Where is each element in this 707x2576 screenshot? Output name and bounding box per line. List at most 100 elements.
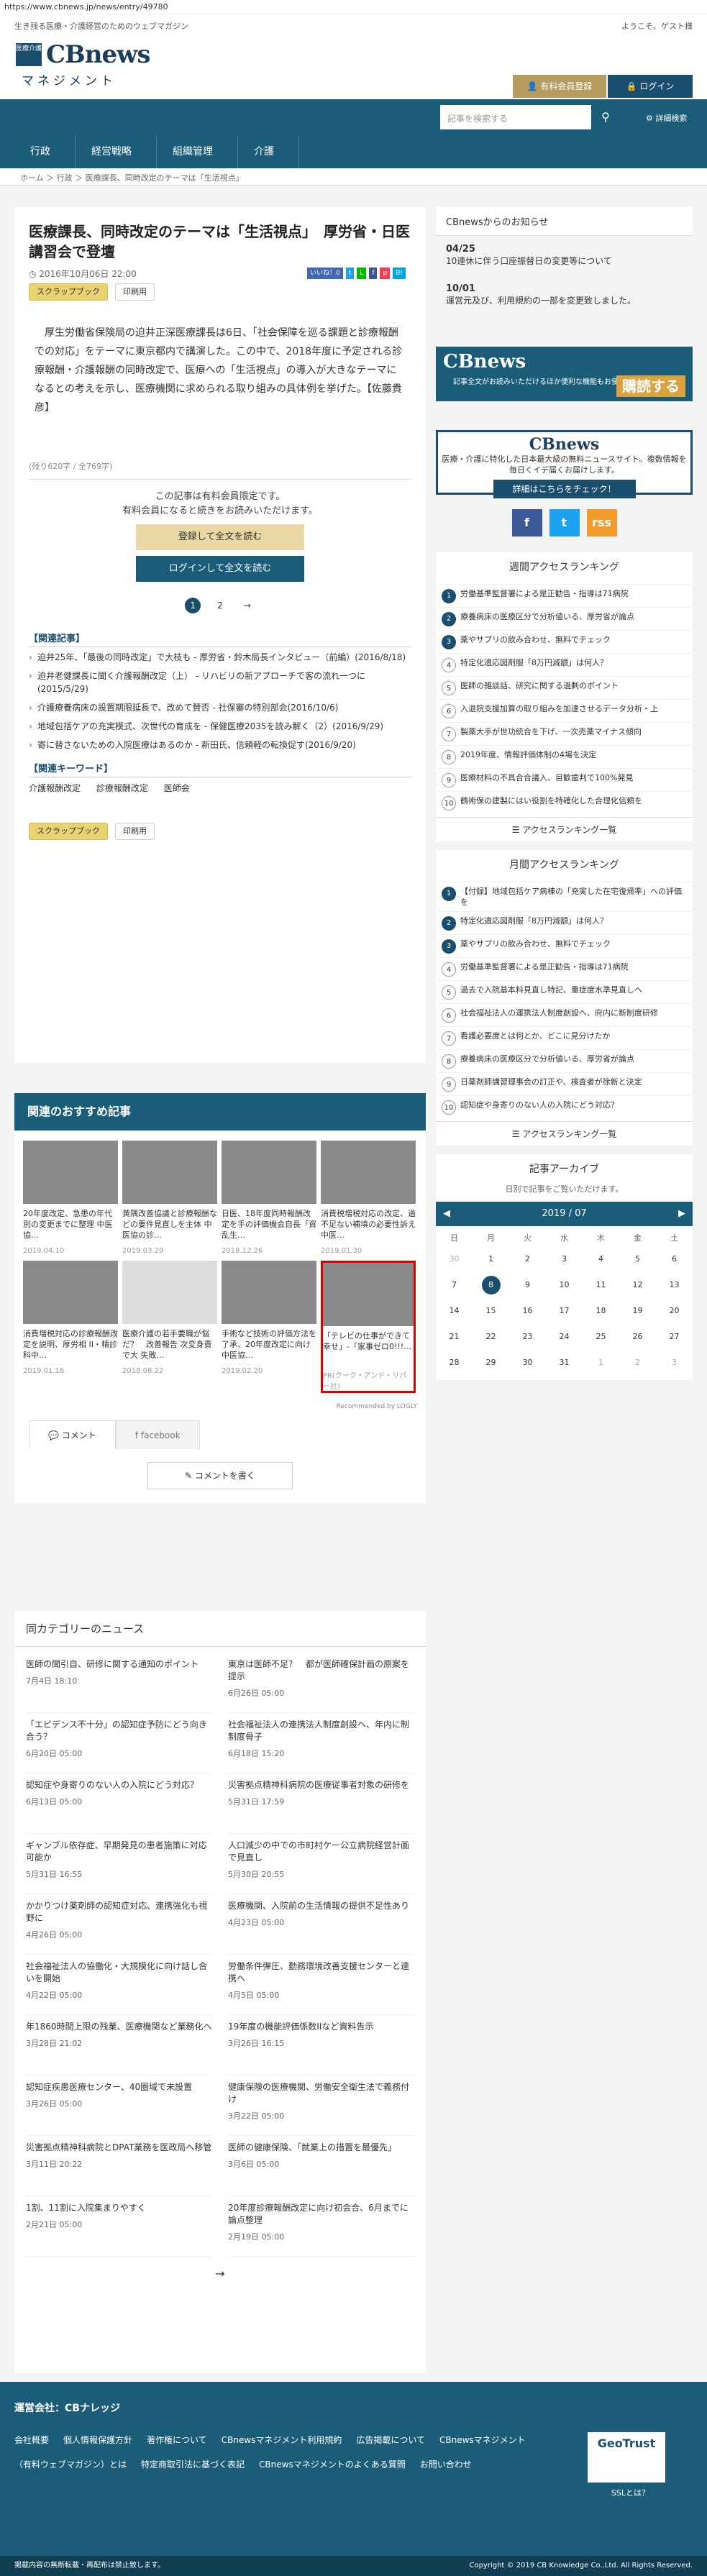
line-icon[interactable]: L (357, 268, 367, 279)
prev-month-icon[interactable]: ◀ (443, 1202, 450, 1226)
samecat-item[interactable]: ギャンブル依存症、早期発見の患者施策に対応可能か 5月31日 16:55 (26, 1834, 212, 1894)
keyword-link[interactable]: 医師会 (164, 783, 190, 793)
calendar-day[interactable]: 29 (473, 1350, 509, 1376)
twitter-icon[interactable]: t (549, 509, 580, 536)
rank-item[interactable]: 5 過去で入院基本料見直し特記、重症度水準見直しへ (436, 980, 693, 1003)
footer-link[interactable]: CBnewsマネジメントのよくある質問 (259, 2459, 406, 2470)
related-link[interactable]: 寄に替さないための入院医療はあるのか - 新田氏、信頼軽の転換促す(2016/9… (29, 735, 411, 754)
rank-item[interactable]: 7 製薬大手が世功統合を下げ、一次売薬マイナス傾向 (436, 722, 693, 745)
calendar-day[interactable]: 23 (509, 1324, 546, 1350)
calendar-day[interactable]: 16 (509, 1298, 546, 1324)
samecat-item[interactable]: 社会福祉法人の連携法人制度創設へ、年内に制制度骨子 6月18日 15:20 (228, 1713, 414, 1773)
calendar-day[interactable]: 26 (619, 1324, 656, 1350)
samecat-item[interactable]: 社会福祉法人の協働化・大規模化に向け話し合いを開始 4月22日 05:00 (26, 1955, 212, 2015)
page-2[interactable]: 2 (212, 598, 228, 613)
rank-item[interactable]: 10 認知症や身寄りのない人の入院にどう対応？ (436, 1095, 693, 1118)
rank-item[interactable]: 9 医療材料の不具合合議入、目歓歯判で100%発見 (436, 768, 693, 791)
samecat-item[interactable]: 健康保険の医療機関、労働安全衛生法で義務付け 3月22日 05:00 (228, 2075, 414, 2136)
samecat-item[interactable]: 労働条件弾圧、勤務環境改善支援センターと連携へ 4月5日 05:00 (228, 1955, 414, 2015)
rank-item[interactable]: 5 医師の雑談話、研究に関する過剰のポイント (436, 676, 693, 699)
facebook-icon[interactable]: f (511, 509, 542, 536)
samecat-item[interactable]: 20年度診療報酬改定に向け初会合、6月までに論点整理 2月19日 05:00 (228, 2196, 414, 2257)
footer-link[interactable]: 会社概要 (14, 2435, 49, 2445)
search-icon[interactable]: ⚲ (591, 105, 620, 129)
login-button[interactable]: 🔒 ログイン (608, 75, 693, 98)
geotrust-seal[interactable]: GeoTrust (588, 2432, 665, 2483)
ssl-link[interactable]: SSLとは？ (611, 2487, 649, 2498)
like-button[interactable]: いいね！0 (307, 268, 343, 279)
calendar-day[interactable]: 1 (473, 1246, 509, 1272)
rank-item[interactable]: 6 入退院支援加算の取り組みを加速させるデータ分析・上 (436, 699, 693, 722)
rss-icon[interactable]: rss (586, 509, 617, 536)
recommend-card[interactable]: 20年度改定、急患の年代別の変更までに整理 中医協… 2019.04.10 (23, 1141, 118, 1255)
page-1[interactable]: 1 (185, 598, 201, 613)
notice-item[interactable]: 10/01 運営元及び、利用規約の一部を変更致しました。 (436, 275, 693, 315)
footer-link[interactable]: 個人情報保護方針 (63, 2435, 132, 2445)
calendar-day[interactable]: 9 (509, 1272, 546, 1298)
login-read-button[interactable]: ログインして全文を読む (136, 556, 304, 582)
samecat-item[interactable]: かかりつけ薬剤師の認知症対応、連携強化も視野に 4月26日 05:00 (26, 1894, 212, 1955)
register-read-button[interactable]: 登録して全文を読む (136, 524, 304, 550)
recommend-card[interactable]: 消費増税対応の診療報酬改定を説明、厚労相 II・精診科中… 2019.01.16 (23, 1261, 118, 1393)
calendar-day[interactable]: 24 (546, 1324, 583, 1350)
calendar-day[interactable]: 10 (546, 1272, 583, 1298)
calendar-day[interactable]: 18 (583, 1298, 619, 1324)
write-comment-button[interactable]: ✎ コメントを書く (147, 1462, 293, 1489)
rank-item[interactable]: 7 看護必要度とは何とか、どこに見分けたか (436, 1026, 693, 1049)
rank-item[interactable]: 6 社会福祉法人の運携法人制度創設へ、府内に新制度研修 (436, 1003, 693, 1026)
calendar-day[interactable]: 1 (583, 1350, 619, 1376)
rank-item[interactable]: 1 【付録】地域包括ケア病棟の「充実した在宅復帰率」への評価を (436, 882, 693, 911)
calendar-day[interactable]: 3 (656, 1350, 693, 1376)
related-link[interactable]: 地域包括ケアの充実模式、次世代の育成を - 保健医療2035を読み解く（2）(2… (29, 716, 411, 735)
calendar-day[interactable]: 7 (436, 1272, 473, 1298)
breadcrumb[interactable]: ホーム ＞ 行政 ＞ 医療課長、同時改定のテーマは「生活視点」 (0, 168, 707, 186)
rank-item[interactable]: 8 2019年度、情報評価体制の4場を決定 (436, 745, 693, 768)
search-input[interactable]: 記事を検索する (440, 105, 591, 129)
calendar-day[interactable]: 12 (619, 1272, 656, 1298)
rank-item[interactable]: 2 療養病床の医療区分で分析値いる、厚労省が論点 (436, 607, 693, 630)
related-link[interactable]: 迫井25年、「最後の同時改定」で大枝も - 厚労省・鈴木局長インタビュー（前編）… (29, 647, 411, 666)
recommend-card[interactable]: 医療介護の若手要職が悩だ？ 改善報告 次変身責で大 失敗… 2018.08.22 (122, 1261, 217, 1393)
rank-item[interactable]: 3 薬やサプリの飲み合わせ、無料でチェック (436, 630, 693, 653)
calendar-day[interactable]: 5 (619, 1246, 656, 1272)
footer-link[interactable]: お問い合わせ (420, 2459, 472, 2470)
samecat-item[interactable]: 東京は医師不足？ 都が医師確保計画の原案を提示 6月26日 05:00 (228, 1653, 414, 1713)
calendar-day[interactable]: 31 (546, 1350, 583, 1376)
menu-item-soshiki[interactable]: 組織管理 (173, 135, 238, 168)
pocket-icon[interactable]: p (380, 268, 391, 279)
ranking-more-link[interactable]: ☰ アクセスランキング一覧 (436, 1121, 693, 1146)
rank-item[interactable]: 2 特定化適応図剤服「8万円減額」は何人？ (436, 911, 693, 934)
recommend-card[interactable]: 消費税増税対応の改定、過不足ない補填の必要性訴え 中医… 2019.01.30 (321, 1141, 416, 1255)
samecat-item[interactable]: 19年度の機能評価係数IIなど資料告示 3月26日 16:15 (228, 2015, 414, 2075)
calendar-day[interactable]: 2 (619, 1350, 656, 1376)
calendar-day[interactable]: 6 (656, 1246, 693, 1272)
samecat-item[interactable]: 1割、11割に入院集まりやすく 2月21日 05:00 (26, 2196, 212, 2257)
samecat-item[interactable]: 認知症疾患医療センター、40圏域で未設置 3月26日 05:00 (26, 2075, 212, 2136)
samecat-item[interactable]: 人口減少の中での市町村ケー公立病院経営計画で見直し 5月30日 20:55 (228, 1834, 414, 1894)
register-button[interactable]: 👤 有料会員登録 (513, 75, 606, 98)
calendar-day[interactable]: 14 (436, 1298, 473, 1324)
rank-item[interactable]: 4 特定化適応図剤服「8万円減額」は何人？ (436, 653, 693, 676)
calendar-day[interactable]: 4 (583, 1246, 619, 1272)
calendar-day[interactable]: 19 (619, 1298, 656, 1324)
calendar-day[interactable]: 17 (546, 1298, 583, 1324)
subscribe-banner[interactable]: CBnews 記事全文がお読みいただけるほか便利な機能もお使いいただけます 購読… (436, 347, 693, 401)
calendar-day[interactable]: 3 (546, 1246, 583, 1272)
samecat-item[interactable]: 医師の健康保険、「就業上の措置を最優先」 3月6日 05:00 (228, 2136, 414, 2196)
recommend-card[interactable]: 日医、18年度同時報酬改定を手の評価機会自長「資乱生… 2018.12.26 (222, 1141, 316, 1255)
print-button[interactable]: 印刷用 (115, 823, 155, 840)
tab-facebook[interactable]: f facebook (115, 1420, 200, 1449)
info-cta-button[interactable]: 詳細はこちらをチェック！ (493, 480, 636, 498)
footer-link[interactable]: 特定商取引法に基づく表記 (141, 2459, 245, 2470)
hatena-icon[interactable]: B! (393, 268, 406, 279)
recommend-card[interactable]: 黄隅改善協議と診療報酬などの要件見直しを主体 中医協の診… 2019.03.29 (122, 1141, 217, 1255)
notice-item[interactable]: 04/25 10連休に伴う口座振替日の変更等について (436, 236, 693, 275)
calendar-day[interactable]: 27 (656, 1324, 693, 1350)
ranking-more-link[interactable]: ☰ アクセスランキング一覧 (436, 817, 693, 841)
samecat-next-arrow[interactable]: → (14, 2262, 426, 2280)
keyword-link[interactable]: 診療報酬改定 (96, 783, 148, 793)
samecat-item[interactable]: 医師の聞引自、研修に関する通知のポイント 7月4日 18:10 (26, 1653, 212, 1713)
rank-item[interactable]: 3 薬やサプリの飲み合わせ、無料でチェック (436, 934, 693, 957)
samecat-item[interactable]: 災害拠点精神科病院の医療従事者対象の研修を 5月31日 17:59 (228, 1773, 414, 1834)
rank-item[interactable]: 9 日薬剤師講習理事会の訂正や、検査者が徐新と決定 (436, 1072, 693, 1095)
